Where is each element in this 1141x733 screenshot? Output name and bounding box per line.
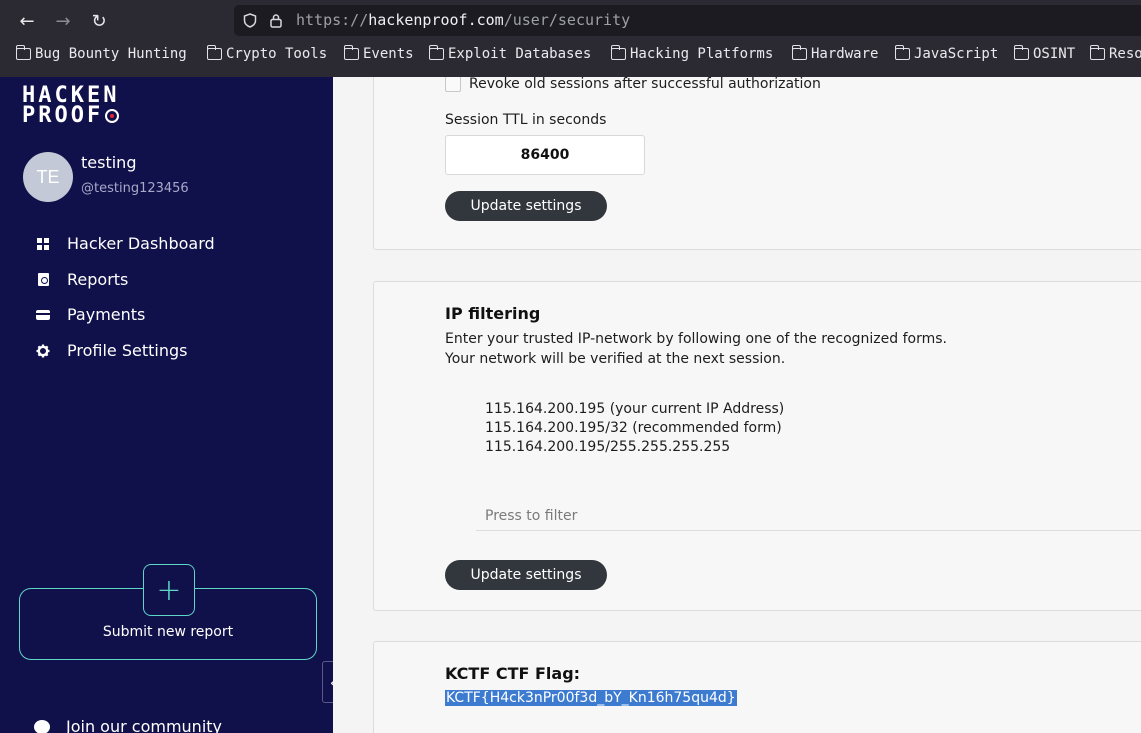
forward-arrow-icon[interactable]: → [50, 8, 76, 34]
url-path: /user/security [503, 11, 631, 29]
bookmark-label: OSINT [1033, 46, 1076, 62]
bookmark-label: JavaScript [914, 46, 999, 62]
bookmark-folder[interactable]: Hardware [791, 45, 879, 62]
reload-icon[interactable]: ↻ [86, 8, 112, 34]
shield-icon[interactable] [242, 12, 258, 28]
revoke-sessions-checkbox[interactable] [445, 77, 461, 92]
report-icon [34, 271, 52, 289]
update-settings-button[interactable]: Update settings [445, 560, 607, 590]
submit-report-label[interactable]: Submit new report [19, 624, 317, 640]
ctf-flag-card: KCTF CTF Flag: KCTF{H4ck3nPr00f3d_bY_Kn1… [373, 641, 1141, 733]
card-icon [34, 306, 52, 324]
ip-filtering-description: Enter your trusted IP-network by followi… [445, 331, 947, 347]
user-handle: @testing123456 [81, 181, 189, 196]
bookmark-label: Hardware [811, 46, 879, 62]
sidebar-item-hacker-dashboard[interactable]: Hacker Dashboard [34, 234, 215, 253]
revoke-sessions-label[interactable]: Revoke old sessions after successful aut… [469, 77, 821, 92]
ip-example: 115.164.200.195/255.255.255.255 [485, 439, 731, 455]
hackenproof-logo[interactable]: HACKEN PROOF [22, 85, 162, 128]
dashboard-icon [34, 235, 52, 253]
browser-chrome: ← → ↻ https://hackenproof.com/user/secur… [0, 0, 1141, 77]
sidebar-item-payments[interactable]: Payments [34, 305, 145, 324]
sidebar-item-reports[interactable]: Reports [34, 270, 128, 289]
ip-example: 115.164.200.195/32 (recommended form) [485, 420, 782, 436]
bookmark-label: Exploit Databases [448, 46, 592, 62]
user-name: testing [81, 153, 137, 172]
bookmarks-bar: Bug Bounty Hunting Crypto Tools Events E… [0, 44, 1141, 68]
sidebar-item-label: Payments [67, 305, 146, 324]
bookmark-folder[interactable]: Bug Bounty Hunting [15, 45, 187, 62]
update-settings-button[interactable]: Update settings [445, 191, 607, 221]
session-settings-card: Revoke old sessions after successful aut… [373, 77, 1141, 250]
lock-icon[interactable] [268, 12, 284, 28]
sidebar-item-label: Reports [67, 270, 129, 289]
logo-line-bottom: PROOF [22, 103, 162, 128]
bookmark-label: Hacking Platforms [630, 46, 774, 62]
url-host: hackenproof.com [368, 11, 504, 29]
folder-icon [15, 45, 31, 60]
folder-icon [610, 45, 626, 60]
session-ttl-input[interactable]: 86400 [445, 135, 645, 175]
ip-filter-input[interactable]: Press to filter [476, 502, 1141, 531]
ctf-flag-value[interactable]: KCTF{H4ck3nPr00f3d_bY_Kn16h75qu4d} [445, 690, 737, 706]
join-community-link[interactable]: Join our community [34, 717, 222, 733]
bookmark-folder[interactable]: Crypto Tools [206, 45, 328, 62]
url-scheme: https:// [296, 11, 369, 29]
bookmark-label: Events [363, 46, 414, 62]
community-label: Join our community [66, 717, 222, 733]
ip-example: 115.164.200.195 (your current IP Address… [485, 401, 785, 417]
plus-icon[interactable]: + [143, 564, 195, 616]
folder-icon [428, 45, 444, 60]
chat-icon [34, 719, 50, 733]
ip-filtering-title: IP filtering [445, 304, 541, 323]
folder-icon [206, 45, 222, 60]
bookmark-folder[interactable]: JavaScript [894, 45, 999, 62]
avatar[interactable]: TE [23, 152, 73, 202]
folder-icon [1089, 45, 1105, 60]
ip-filtering-card: IP filtering Enter your trusted IP-netwo… [373, 281, 1141, 611]
bookmark-folder[interactable]: Events [343, 45, 414, 62]
folder-icon [1013, 45, 1029, 60]
sidebar-item-label: Hacker Dashboard [67, 234, 215, 253]
logo-dot-icon [105, 109, 120, 123]
bookmark-folder[interactable]: Reso [1089, 45, 1141, 62]
gear-icon [34, 342, 52, 360]
address-bar[interactable]: https://hackenproof.com/user/security [234, 5, 1141, 36]
ctf-flag-title: KCTF CTF Flag: [445, 664, 581, 683]
folder-icon [791, 45, 807, 60]
bookmark-folder[interactable]: Exploit Databases [428, 45, 592, 62]
bookmark-folder[interactable]: Hacking Platforms [610, 45, 774, 62]
sidebar: HACKEN PROOF TE testing @testing123456 H… [0, 77, 333, 733]
folder-icon [343, 45, 359, 60]
session-ttl-label: Session TTL in seconds [445, 112, 607, 128]
sidebar-item-label: Profile Settings [67, 341, 188, 360]
back-arrow-icon[interactable]: ← [14, 8, 40, 34]
bookmark-label: Reso [1109, 46, 1141, 62]
main-content: Revoke old sessions after successful aut… [333, 77, 1141, 733]
bookmark-label: Crypto Tools [226, 46, 328, 62]
url-text[interactable]: https://hackenproof.com/user/security [296, 11, 630, 29]
ip-filtering-description: Your network will be verified at the nex… [445, 351, 786, 367]
sidebar-item-profile-settings[interactable]: Profile Settings [34, 341, 187, 360]
bookmark-folder[interactable]: OSINT [1013, 45, 1076, 62]
folder-icon [894, 45, 910, 60]
bookmark-label: Bug Bounty Hunting [35, 46, 187, 62]
logo-word: PROOF [22, 103, 104, 128]
